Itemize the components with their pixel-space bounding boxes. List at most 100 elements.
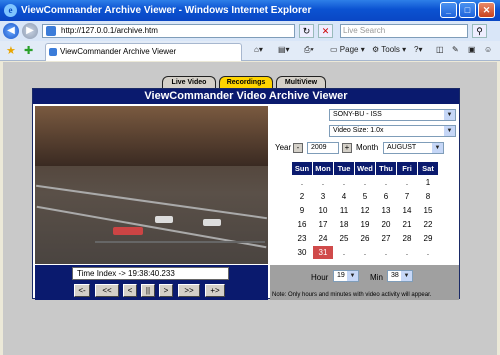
calendar-day[interactable]: 20 [375, 217, 397, 232]
calendar-day[interactable]: 15 [417, 203, 439, 218]
pause-button[interactable]: || [141, 284, 155, 297]
calendar-day[interactable]: 27 [375, 231, 397, 246]
time-select-panel: Hour 19 ▼ Min 38 ▼ Note: Only hours and … [270, 265, 459, 300]
calendar-day[interactable]: 25 [333, 231, 355, 246]
chevron-down-icon: ▼ [432, 143, 443, 153]
blog-icon[interactable]: ✎ [452, 45, 459, 54]
calendar-day[interactable]: 13 [375, 203, 397, 218]
calendar-empty-cell: . [375, 175, 397, 190]
calendar-day[interactable]: 12 [354, 203, 376, 218]
calendar-day[interactable]: 14 [396, 203, 418, 218]
address-input[interactable]: http://127.0.0.1/archive.htm [42, 24, 295, 38]
car [155, 216, 173, 223]
fast-rewind-button[interactable]: << [95, 284, 119, 297]
tab-live-video[interactable]: Live Video [162, 76, 216, 88]
onenote-icon[interactable]: ▣ [468, 45, 476, 54]
calendar-day[interactable]: 26 [354, 231, 376, 246]
tab-favicon [49, 48, 57, 56]
playback-controls: Time Index -> 19:38:40.233 <- << < || > … [35, 265, 268, 300]
chevron-down-icon: ▼ [444, 110, 455, 120]
favorites-star-icon[interactable]: ★ [6, 44, 16, 57]
calendar-day[interactable]: 1 [417, 175, 439, 190]
calendar-day[interactable]: 28 [396, 231, 418, 246]
feeds-icon[interactable]: ▤▾ [278, 45, 290, 54]
calendar-day[interactable]: 9 [291, 203, 313, 218]
camera-select[interactable]: SONY-BU - ISS ▼ [329, 109, 456, 121]
search-input[interactable]: Live Search [340, 24, 468, 38]
research-icon[interactable]: ◫ [436, 45, 444, 54]
minute-value: 38 [391, 272, 399, 279]
calendar-day[interactable]: 7 [396, 189, 418, 204]
tab-multiview[interactable]: MultiView [276, 76, 326, 88]
calendar-day[interactable]: 18 [333, 217, 355, 232]
month-value: AUGUST [387, 144, 417, 151]
weekday-header: Fri [396, 161, 418, 176]
hour-select[interactable]: 19 ▼ [333, 270, 359, 282]
camera-value: SONY-BU - ISS [333, 111, 382, 118]
weekday-header: Sat [417, 161, 439, 176]
calendar-day[interactable]: 24 [312, 231, 334, 246]
calendar-day[interactable]: 21 [396, 217, 418, 232]
calendar-empty-cell: . [291, 175, 313, 190]
page-menu[interactable]: ▭ Page ▾ [330, 45, 365, 54]
step-forward-button[interactable]: > [159, 284, 173, 297]
month-select[interactable]: AUGUST ▼ [383, 142, 444, 154]
video-frame [35, 106, 268, 264]
calendar-day[interactable]: 17 [312, 217, 334, 232]
window-title: ViewCommander Archive Viewer - Windows I… [21, 5, 312, 16]
search-icon[interactable]: ⚲ [472, 24, 487, 38]
stop-button[interactable]: ✕ [318, 24, 333, 38]
rewind-start-button[interactable]: <- [74, 284, 90, 297]
calendar-empty-cell: . [417, 245, 439, 260]
page-icon [46, 26, 56, 36]
tab-row: ★ ✚ ViewCommander Archive Viewer ⌂▾ ▤▾ ⎙… [0, 41, 500, 61]
calendar-day[interactable]: 31 [312, 245, 334, 260]
year-decrement-button[interactable]: - [293, 143, 303, 153]
maximize-button[interactable]: □ [459, 2, 476, 18]
calendar-day[interactable]: 19 [354, 217, 376, 232]
minute-select[interactable]: 38 ▼ [387, 270, 413, 282]
print-icon[interactable]: ⎙▾ [304, 45, 314, 55]
calendar-day[interactable]: 5 [354, 189, 376, 204]
calendar-empty-cell: . [312, 175, 334, 190]
calendar-day[interactable]: 22 [417, 217, 439, 232]
page-content: Live Video Recordings MultiView ViewComm… [3, 62, 497, 355]
page-menu-label: Page [339, 45, 359, 54]
add-favorite-icon[interactable]: ✚ [24, 44, 33, 57]
tools-menu[interactable]: ⚙ Tools ▾ [372, 45, 406, 54]
year-field[interactable]: 2009 [307, 142, 339, 154]
home-icon[interactable]: ⌂▾ [254, 45, 263, 54]
calendar-day[interactable]: 10 [312, 203, 334, 218]
year-increment-button[interactable]: + [342, 143, 352, 153]
tab-recordings[interactable]: Recordings [219, 76, 273, 88]
minimize-button[interactable]: _ [440, 2, 457, 18]
forward-button[interactable]: ▶ [22, 23, 38, 39]
calendar-day[interactable]: 16 [291, 217, 313, 232]
road-line [35, 184, 268, 220]
calendar-day[interactable]: 3 [312, 189, 334, 204]
help-icon[interactable]: ?▾ [414, 45, 422, 54]
calendar-day[interactable]: 23 [291, 231, 313, 246]
refresh-button[interactable]: ↻ [299, 24, 314, 38]
calendar-day[interactable]: 8 [417, 189, 439, 204]
chevron-down-icon: ▼ [401, 271, 412, 281]
calendar-day[interactable]: 30 [291, 245, 313, 260]
calendar: Sun Mon Tue Wed Thu Fri Sat ...... 1 2 3 4 5 6 7 8 9 10 1… [291, 161, 439, 260]
calendar-empty-cell: . [375, 245, 397, 260]
calendar-day[interactable]: 11 [333, 203, 355, 218]
messenger-icon[interactable]: ☺ [484, 45, 492, 54]
fast-forward-button[interactable]: >> [178, 284, 200, 297]
weekday-header: Mon [312, 161, 334, 176]
calendar-day[interactable]: 4 [333, 189, 355, 204]
step-back-button[interactable]: < [123, 284, 137, 297]
calendar-day[interactable]: 29 [417, 231, 439, 246]
browser-tab[interactable]: ViewCommander Archive Viewer [45, 43, 242, 61]
video-size-select[interactable]: Video Size: 1.0x ▼ [329, 125, 456, 137]
close-button[interactable]: ✕ [478, 2, 495, 18]
calendar-day[interactable]: 2 [291, 189, 313, 204]
calendar-day[interactable]: 6 [375, 189, 397, 204]
back-button[interactable]: ◀ [3, 23, 19, 39]
forward-end-button[interactable]: +> [205, 284, 225, 297]
car [113, 227, 143, 235]
viewer-title: ViewCommander Video Archive Viewer [33, 89, 459, 104]
